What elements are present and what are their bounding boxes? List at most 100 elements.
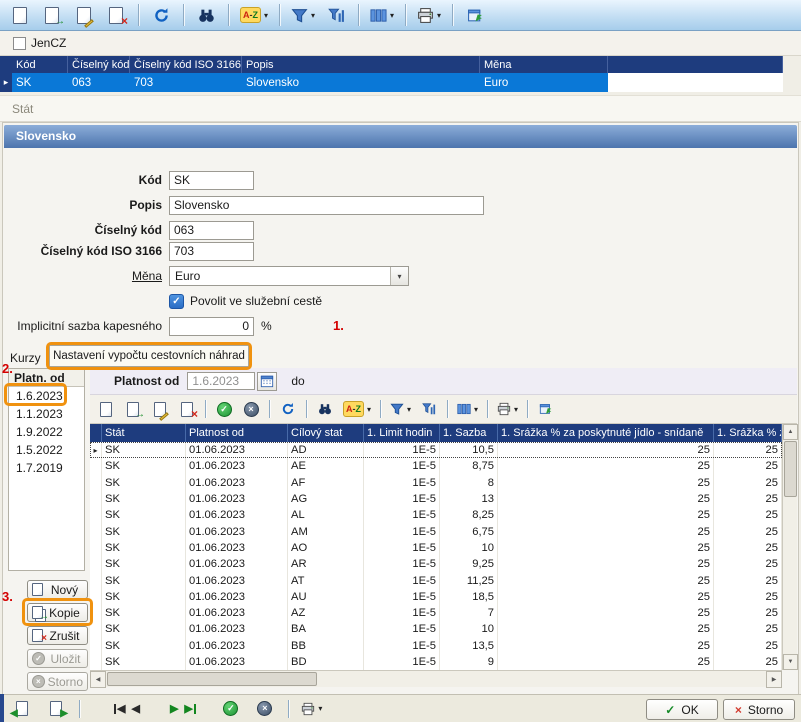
footer-print-button[interactable]: ▾ <box>298 696 326 721</box>
zrusit-button[interactable]: × Zrušit <box>27 626 88 645</box>
scroll-right-button[interactable]: ▶ <box>766 671 782 688</box>
column-header[interactable]: 1. Limit hodin <box>364 424 440 442</box>
storno-button[interactable]: × Storno <box>723 699 795 720</box>
rates-grid-row[interactable]: SK01.06.2023AM1E-56,752525 <box>90 523 782 539</box>
search-rates-button[interactable] <box>313 398 337 420</box>
scroll-left-button[interactable]: ◀ <box>90 671 106 688</box>
period-item[interactable]: 1.9.2022 <box>9 423 84 441</box>
rates-grid-row[interactable]: SK01.06.2023AO1E-5102525 <box>90 540 782 556</box>
grid-cell: SK <box>12 73 68 92</box>
filter-button[interactable]: ▾ <box>288 3 318 28</box>
refresh-button[interactable] <box>147 3 175 28</box>
rates-grid-body: ▸SK01.06.2023AD1E-510,52525SK01.06.2023A… <box>90 442 782 670</box>
scrollbar-thumb[interactable] <box>784 441 797 497</box>
povolit-checkbox[interactable]: ✓ <box>169 294 184 309</box>
column-header[interactable]: Stát <box>102 424 186 442</box>
ciselny-kod-field[interactable] <box>169 221 254 240</box>
popis-field[interactable] <box>169 196 484 215</box>
horizontal-scrollbar[interactable]: ◀ ▶ <box>90 670 782 687</box>
cross-icon: × <box>735 703 742 717</box>
nahrady-settings-button[interactable]: Nastavení vypočtu cestovních náhrad <box>49 345 249 367</box>
period-item[interactable]: 1.1.2023 <box>9 405 84 423</box>
cancel-button[interactable]: × <box>239 398 263 420</box>
kopie-button[interactable]: → Kopie <box>27 603 88 622</box>
ok-button[interactable]: ✓ OK <box>646 699 718 720</box>
rates-grid-cell: 1E-5 <box>364 605 440 621</box>
rates-grid-row[interactable]: SK01.06.2023AG1E-5132525 <box>90 491 782 507</box>
rates-grid-row[interactable]: ▸SK01.06.2023AD1E-510,52525 <box>90 442 782 458</box>
rates-grid-row[interactable]: SK01.06.2023AF1E-582525 <box>90 475 782 491</box>
column-header[interactable]: Kód <box>12 56 68 73</box>
toolbar-separator <box>405 4 406 26</box>
goto-list-button[interactable]: ◀ <box>8 696 36 721</box>
first-record-button[interactable]: ◀ <box>113 702 125 715</box>
print-rates-button[interactable]: ▾ <box>494 398 521 420</box>
new-rate-button[interactable] <box>94 398 118 420</box>
countries-grid-selected-row[interactable]: ▸ SK 063 703 Slovensko Euro <box>0 73 783 92</box>
rates-grid-row[interactable]: SK01.06.2023BA1E-5102525 <box>90 621 782 637</box>
previous-record-button[interactable]: ◀ <box>131 702 139 715</box>
mena-combobox[interactable]: Euro ▾ <box>169 266 409 286</box>
scroll-up-button[interactable]: ▲ <box>783 424 798 440</box>
column-header[interactable]: 1. Sazba <box>440 424 498 442</box>
export-button[interactable] <box>461 3 489 28</box>
column-header[interactable]: Popis <box>242 56 480 73</box>
rates-grid-row[interactable]: SK01.06.2023BD1E-592525 <box>90 654 782 670</box>
rates-grid-row[interactable]: SK01.06.2023AR1E-59,252525 <box>90 556 782 572</box>
period-item[interactable]: 1.7.2019 <box>9 459 84 477</box>
sort-az-rates-button[interactable]: A-Z ▾ <box>340 398 374 420</box>
search-button[interactable] <box>192 3 220 28</box>
footer-confirm-button[interactable]: ✓ <box>217 696 245 721</box>
calendar-button[interactable] <box>257 372 277 391</box>
goto-card-button[interactable]: ▶ <box>42 696 70 721</box>
next-record-button[interactable]: ▶ <box>170 702 178 715</box>
kapesne-field[interactable] <box>169 317 254 336</box>
combo-dropdown-button[interactable]: ▾ <box>390 267 408 285</box>
delete-rate-button[interactable]: × <box>175 398 199 420</box>
periods-list-header[interactable]: Platn. od <box>9 369 84 387</box>
kod-field[interactable] <box>169 171 254 190</box>
iso-field[interactable] <box>169 242 254 261</box>
kurzy-tab-label[interactable]: Kurzy <box>10 351 41 365</box>
rates-grid-row[interactable]: SK01.06.2023AU1E-518,52525 <box>90 589 782 605</box>
jencz-checkbox[interactable] <box>13 37 26 50</box>
filter-settings-button[interactable] <box>322 3 350 28</box>
period-item[interactable]: 1.5.2022 <box>9 441 84 459</box>
rates-grid-row[interactable]: SK01.06.2023AL1E-58,252525 <box>90 507 782 523</box>
sort-az-button[interactable]: A-Z ▾ <box>237 3 271 28</box>
edit-record-button[interactable] <box>70 3 98 28</box>
scrollbar-thumb[interactable] <box>107 672 317 686</box>
rates-grid-row[interactable]: SK01.06.2023BB1E-513,52525 <box>90 638 782 654</box>
confirm-button[interactable]: ✓ <box>212 398 236 420</box>
last-record-button[interactable]: ▶ <box>184 702 196 715</box>
column-header[interactable]: 1. Srážka % za pos <box>714 424 782 442</box>
delete-record-button[interactable]: × <box>102 3 130 28</box>
columns-rates-button[interactable]: ▾ <box>454 398 481 420</box>
novy-button[interactable]: Nový <box>27 580 88 599</box>
vertical-scrollbar[interactable]: ▲ ▼ <box>782 424 797 670</box>
refresh-rates-button[interactable] <box>276 398 300 420</box>
open-record-button[interactable]: → <box>38 3 66 28</box>
footer-cancel-button[interactable]: × <box>251 696 279 721</box>
column-header[interactable]: Číselný kód <box>68 56 130 73</box>
rates-grid-row[interactable]: SK01.06.2023AZ1E-572525 <box>90 605 782 621</box>
filter-rates-button[interactable]: ▾ <box>387 398 414 420</box>
mena-link-label[interactable]: Měna <box>0 269 162 283</box>
filter-settings-rates-button[interactable] <box>417 398 441 420</box>
column-header[interactable]: Platnost od <box>186 424 288 442</box>
platnost-od-field[interactable] <box>187 372 255 390</box>
column-header[interactable]: Cílový stat <box>288 424 364 442</box>
column-header[interactable]: Měna <box>480 56 608 73</box>
new-record-button[interactable] <box>6 3 34 28</box>
columns-button[interactable]: ▾ <box>367 3 397 28</box>
rates-grid-row[interactable]: SK01.06.2023AE1E-58,752525 <box>90 458 782 474</box>
export-rates-button[interactable] <box>534 398 558 420</box>
column-header[interactable]: Číselný kód ISO 3166 <box>130 56 242 73</box>
rates-grid-row[interactable]: SK01.06.2023AT1E-511,252525 <box>90 572 782 588</box>
period-item[interactable]: 1.6.2023 <box>9 387 84 405</box>
column-header[interactable]: 1. Srážka % za poskytnuté jídlo - snídan… <box>498 424 714 442</box>
scroll-down-button[interactable]: ▼ <box>783 654 798 670</box>
print-button[interactable]: ▾ <box>414 3 444 28</box>
open-rate-button[interactable]: → <box>121 398 145 420</box>
edit-rate-button[interactable] <box>148 398 172 420</box>
